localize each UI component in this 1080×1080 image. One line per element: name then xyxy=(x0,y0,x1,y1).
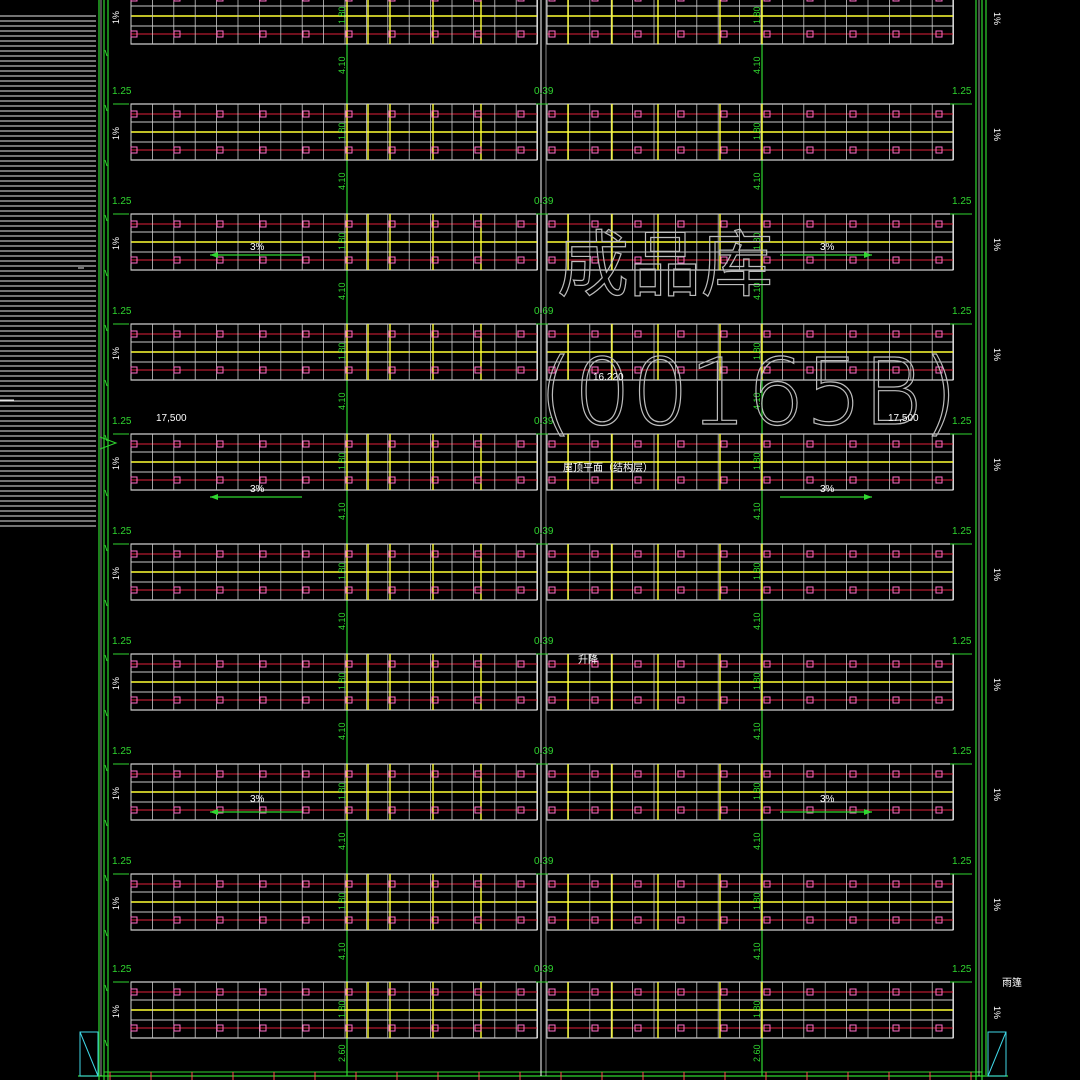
center-offset: 0.39 xyxy=(534,526,554,537)
watermark-name: 成品库 xyxy=(557,223,773,307)
center-offset: 0.39 xyxy=(534,196,554,207)
slope-edge-left: 1% xyxy=(111,127,121,140)
slope-main-right: 3% xyxy=(820,484,835,495)
row-width-left: 1.80 xyxy=(337,1000,347,1018)
row-width-right: 1.80 xyxy=(752,892,762,910)
slope-edge-left: 1% xyxy=(111,787,121,800)
slope-edge-right: 1% xyxy=(992,568,1002,581)
edge-offset-right: 1.25 xyxy=(952,196,972,207)
row-gap-right: 4.10 xyxy=(752,172,762,190)
slope-edge-left: 1% xyxy=(111,347,121,360)
row-width-right: 1.80 xyxy=(752,1000,762,1018)
row-gap-left: 4.10 xyxy=(337,172,347,190)
row-width-left: 1.80 xyxy=(337,892,347,910)
bottom-gap-right: 2.60 xyxy=(752,1044,762,1062)
row-width-right: 1.80 xyxy=(752,782,762,800)
edge-offset-right: 1.25 xyxy=(952,86,972,97)
slope-edge-right: 1% xyxy=(992,348,1002,361)
row-gap-right: 4.10 xyxy=(752,612,762,630)
row-width-right: 1.80 xyxy=(752,672,762,690)
note-center: 升降 xyxy=(578,653,598,666)
slope-edge-left: 1% xyxy=(111,237,121,250)
slope-edge-right: 1% xyxy=(992,128,1002,141)
slope-edge-left: 1% xyxy=(111,11,121,24)
row-width-left: 1.80 xyxy=(337,562,347,580)
center-offset: 0.39 xyxy=(534,636,554,647)
row-gap-left: 4.10 xyxy=(337,612,347,630)
row-width-left: 1.80 xyxy=(337,672,347,690)
row-gap-left: 4.10 xyxy=(337,392,347,410)
edge-offset-right: 1.25 xyxy=(952,636,972,647)
slope-edge-left: 1% xyxy=(111,677,121,690)
drawing-title: 屋顶平面（结构层） xyxy=(563,461,653,474)
center-offset: 0.39 xyxy=(534,746,554,757)
row-gap-left: 4.10 xyxy=(337,722,347,740)
row-width-left: 1.80 xyxy=(337,782,347,800)
slope-edge-left: 1% xyxy=(111,1005,121,1018)
slope-main-left: 3% xyxy=(250,794,265,805)
slope-main-right: 3% xyxy=(820,242,835,253)
row-width-left: 1.80 xyxy=(337,232,347,250)
row-gap-left: 4.10 xyxy=(337,282,347,300)
slope-edge-left: 1% xyxy=(111,897,121,910)
row-gap-right: 4.10 xyxy=(752,942,762,960)
slope-edge-left: 1% xyxy=(111,567,121,580)
slope-edge-right: 1% xyxy=(992,898,1002,911)
row-gap-left: 4.10 xyxy=(337,942,347,960)
slope-edge-right: 1% xyxy=(992,238,1002,251)
drawing-background xyxy=(0,0,1080,1080)
row-gap-right: 4.10 xyxy=(752,502,762,520)
slope-edge-right: 1% xyxy=(992,788,1002,801)
edge-offset-left: 1.25 xyxy=(112,856,132,867)
row-gap-right: 4.10 xyxy=(752,832,762,850)
edge-offset-left: 1.25 xyxy=(112,526,132,537)
edge-offset-right: 1.25 xyxy=(952,964,972,975)
slope-main-left: 3% xyxy=(250,242,265,253)
row-gap-left: 4.10 xyxy=(337,502,347,520)
slope-edge-right: 1% xyxy=(992,12,1002,25)
roof-plan-drawing: 1% 1% 1.80 1.80 4.10 4.10 1.25 1.25 0.39 1% 1% 1.80… xyxy=(0,0,1080,1080)
slope-edge-right: 1% xyxy=(992,678,1002,691)
row-width-right: 1.80 xyxy=(752,122,762,140)
slope-main-right: 3% xyxy=(820,794,835,805)
slope-main-left: 3% xyxy=(250,484,265,495)
edge-offset-left: 1.25 xyxy=(112,746,132,757)
edge-offset-left: 1.25 xyxy=(112,416,132,427)
edge-offset-left: 1.25 xyxy=(112,306,132,317)
edge-offset-left: 1.25 xyxy=(112,964,132,975)
edge-offset-right: 1.25 xyxy=(952,856,972,867)
slope-edge-right: 1% xyxy=(992,1006,1002,1019)
row-width-left: 1.80 xyxy=(337,6,347,24)
bottom-gap-left: 2.60 xyxy=(337,1044,347,1062)
note-right: 雨篷 xyxy=(1002,976,1022,989)
row-width-left: 1.80 xyxy=(337,342,347,360)
row-gap-left: 4.10 xyxy=(337,832,347,850)
slope-edge-right: 1% xyxy=(992,458,1002,471)
slope-edge-left: 1% xyxy=(111,457,121,470)
extent-label-right: 17,500 xyxy=(888,413,919,424)
edge-offset-right: 1.25 xyxy=(952,526,972,537)
edge-offset-right: 1.25 xyxy=(952,746,972,757)
row-width-right: 1.80 xyxy=(752,6,762,24)
watermark-code: (00165B) xyxy=(538,339,958,446)
row-width-left: 1.80 xyxy=(337,122,347,140)
edge-offset-right: 1.25 xyxy=(952,306,972,317)
edge-offset-left: 1.25 xyxy=(112,86,132,97)
row-width-right: 1.80 xyxy=(752,562,762,580)
center-offset: 0.39 xyxy=(534,86,554,97)
row-gap-right: 4.10 xyxy=(752,56,762,74)
center-offset: 0.69 xyxy=(534,306,554,317)
row-gap-right: 4.10 xyxy=(752,722,762,740)
row-width-left: 1.80 xyxy=(337,452,347,470)
row-gap-left: 4.10 xyxy=(337,56,347,74)
edge-offset-left: 1.25 xyxy=(112,636,132,647)
row-width-right: 1.80 xyxy=(752,452,762,470)
extent-label-left: 17,500 xyxy=(156,413,187,424)
level-mark: 16.220 xyxy=(593,372,624,383)
center-offset: 0.39 xyxy=(534,856,554,867)
center-offset: 0.39 xyxy=(534,964,554,975)
edge-offset-left: 1.25 xyxy=(112,196,132,207)
